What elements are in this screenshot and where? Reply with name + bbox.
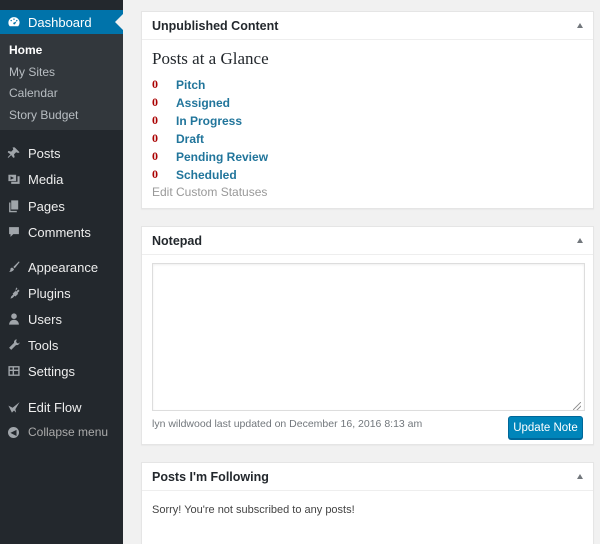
status-count: 0 (152, 113, 158, 127)
pages-icon (7, 199, 21, 213)
status-link-draft[interactable]: Draft (176, 132, 204, 146)
sidebar-item-media[interactable]: Media (0, 166, 123, 192)
sidebar-item-settings[interactable]: Settings (0, 358, 123, 384)
collapse-icon: ◀ (8, 426, 19, 438)
notepad-last-updated: lyn wildwood last updated on December 16… (152, 418, 423, 430)
status-row-pending-review: 0 Pending Review (152, 149, 268, 164)
no-subscriptions-message: Sorry! You're not subscribed to any post… (152, 504, 355, 516)
sidebar-item-label: Appearance (28, 259, 99, 275)
submenu-story-budget[interactable]: Story Budget (9, 108, 78, 122)
notepad-widget: Notepad lyn wildwood last updated on Dec… (141, 226, 594, 445)
media-icon (7, 172, 21, 186)
sidebar-item-pages[interactable]: Pages (0, 193, 123, 219)
plug-icon (7, 286, 21, 300)
dashboard-icon (7, 15, 21, 29)
collapse-toggle-icon[interactable] (577, 23, 583, 28)
submenu-my-sites[interactable]: My Sites (9, 65, 55, 79)
sidebar-item-appearance[interactable]: Appearance (0, 254, 123, 280)
pin-icon (7, 146, 21, 160)
submenu-home[interactable]: Home (9, 43, 42, 57)
notepad-textarea[interactable] (152, 263, 585, 411)
sidebar-item-label: Plugins (28, 285, 71, 301)
status-count: 0 (152, 95, 158, 109)
wrench-icon (7, 338, 21, 352)
sidebar-item-edit-flow[interactable]: Edit Flow (0, 394, 123, 420)
status-row-pitch: 0 Pitch (152, 77, 205, 92)
resize-handle-icon[interactable] (573, 402, 581, 410)
status-row-in-progress: 0 In Progress (152, 113, 242, 128)
sidebar-item-label: Pages (28, 198, 65, 214)
sidebar-item-label: Comments (28, 224, 91, 240)
sidebar-item-comments[interactable]: Comments (0, 219, 123, 245)
status-row-draft: 0 Draft (152, 131, 204, 146)
sidebar-item-label: Users (28, 311, 62, 327)
status-link-scheduled[interactable]: Scheduled (176, 168, 237, 182)
widget-title: Unpublished Content (152, 18, 279, 33)
user-icon (7, 312, 21, 326)
settings-icon (7, 364, 21, 378)
paintbrush-icon (7, 260, 21, 274)
update-note-button[interactable]: Update Note (508, 416, 583, 439)
sidebar-item-label: Dashboard (28, 14, 92, 30)
sidebar-item-posts[interactable]: Posts (0, 140, 123, 166)
edit-flow-icon (7, 400, 21, 414)
collapse-menu-button[interactable]: ◀ Collapse menu (0, 419, 123, 445)
sidebar-item-label: Tools (28, 337, 59, 353)
widget-header[interactable]: Notepad (142, 227, 593, 255)
comment-icon (7, 225, 21, 239)
status-link-in-progress[interactable]: In Progress (176, 114, 242, 128)
collapse-toggle-icon[interactable] (577, 238, 583, 243)
status-link-pitch[interactable]: Pitch (176, 78, 205, 92)
widget-header[interactable]: Posts I'm Following (142, 463, 593, 491)
status-count: 0 (152, 77, 158, 91)
status-count: 0 (152, 167, 158, 181)
sidebar-item-label: Edit Flow (28, 399, 82, 415)
collapse-menu-label: Collapse menu (28, 425, 109, 439)
edit-custom-statuses-link[interactable]: Edit Custom Statuses (152, 185, 267, 199)
widget-header[interactable]: Unpublished Content (142, 12, 593, 40)
sidebar-item-tools[interactable]: Tools (0, 332, 123, 358)
posts-following-widget: Posts I'm Following Sorry! You're not su… (141, 462, 594, 544)
status-count: 0 (152, 131, 158, 145)
sidebar-item-label: Settings (28, 363, 75, 379)
dashboard-submenu: Home My Sites Calendar Story Budget (0, 34, 123, 130)
unpublished-content-widget: Unpublished Content Posts at a Glance 0 … (141, 11, 594, 209)
sidebar-item-users[interactable]: Users (0, 306, 123, 332)
sidebar-item-label: Posts (28, 145, 61, 161)
widget-title: Posts I'm Following (152, 469, 269, 484)
submenu-calendar[interactable]: Calendar (9, 86, 58, 100)
sidebar-item-plugins[interactable]: Plugins (0, 280, 123, 306)
admin-sidebar: Dashboard Home My Sites Calendar Story B… (0, 0, 123, 544)
collapse-toggle-icon[interactable] (577, 474, 583, 479)
status-count: 0 (152, 149, 158, 163)
sidebar-item-label: Media (28, 171, 64, 187)
status-row-scheduled: 0 Scheduled (152, 167, 237, 182)
status-link-pending-review[interactable]: Pending Review (176, 150, 268, 164)
sidebar-item-dashboard[interactable]: Dashboard (0, 10, 123, 34)
status-link-assigned[interactable]: Assigned (176, 96, 230, 110)
widget-title: Notepad (152, 233, 202, 248)
status-row-assigned: 0 Assigned (152, 95, 230, 110)
posts-at-a-glance-heading: Posts at a Glance (152, 49, 269, 68)
